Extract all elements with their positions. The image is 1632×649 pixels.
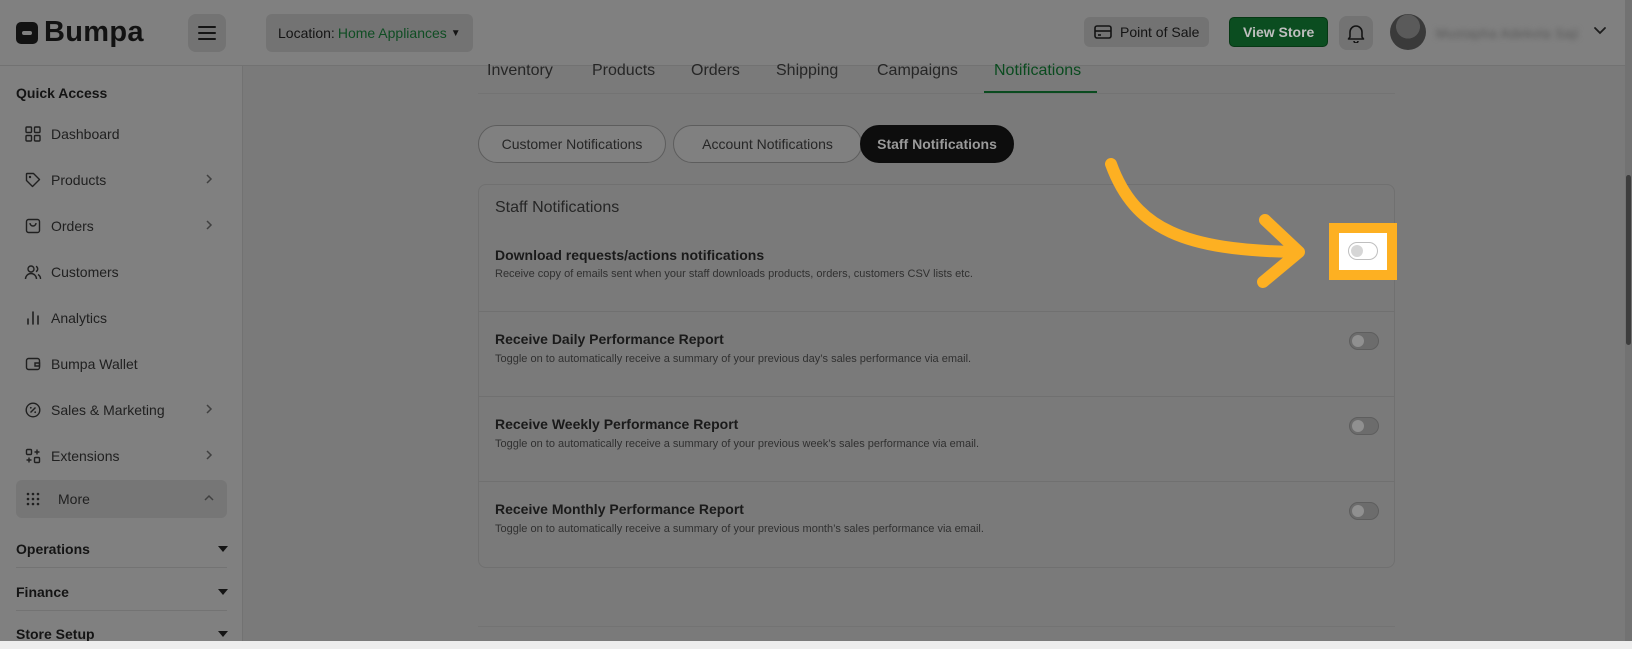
- sidebar-item-label: Customers: [51, 264, 119, 280]
- location-value: Home Appliances: [337, 25, 447, 41]
- quick-access-title: Quick Access: [16, 85, 108, 101]
- extensions-icon: [24, 447, 42, 465]
- divider: [16, 567, 227, 568]
- caret-down-icon[interactable]: [218, 589, 228, 595]
- more-label: More: [58, 491, 90, 507]
- sidebar-item-sales-marketing[interactable]: Sales & Marketing: [16, 392, 227, 428]
- divider: [478, 626, 1395, 627]
- weekly-report-toggle[interactable]: [1349, 417, 1379, 435]
- top-header: Bumpa Location: Home Appliances ▼ Point …: [0, 0, 1632, 66]
- bumpa-logo-mark: [16, 21, 38, 44]
- sidebar-item-orders[interactable]: Orders: [16, 208, 227, 244]
- sidebar: Quick Access Dashboard Products Orders C…: [0, 66, 243, 642]
- sidebar-item-label: Bumpa Wallet: [51, 356, 138, 372]
- sidebar-item-dashboard[interactable]: Dashboard: [16, 116, 227, 152]
- card-title: Staff Notifications: [495, 199, 620, 216]
- row-title: Receive Monthly Performance Report: [495, 501, 744, 517]
- notification-row: Receive Daily Performance Report Toggle …: [479, 311, 1394, 396]
- row-description: Toggle on to automatically receive a sum…: [495, 353, 972, 365]
- section-operations[interactable]: Operations: [16, 541, 90, 557]
- tab-shipping[interactable]: Shipping: [776, 62, 838, 80]
- logo-text: Bumpa: [44, 16, 144, 48]
- annotation-arrow: [1105, 158, 1305, 288]
- point-of-sale-button[interactable]: Point of Sale: [1084, 17, 1210, 47]
- row-description: Toggle on to automatically receive a sum…: [495, 523, 984, 535]
- chevron-right-icon: [206, 220, 213, 230]
- sidebar-item-analytics[interactable]: Analytics: [16, 300, 227, 336]
- pos-label: Point of Sale: [1120, 24, 1200, 40]
- download-requests-toggle[interactable]: [1348, 242, 1378, 260]
- bell-icon: [1347, 25, 1365, 43]
- monthly-report-toggle[interactable]: [1349, 502, 1379, 520]
- row-description: Toggle on to automatically receive a sum…: [495, 438, 980, 450]
- sidebar-item-label: Sales & Marketing: [51, 402, 165, 418]
- bag-icon: [24, 217, 42, 235]
- grid-icon: [24, 125, 42, 143]
- sidebar-item-label: Extensions: [51, 448, 120, 464]
- account-notifications-tab[interactable]: Account Notifications: [673, 125, 862, 163]
- caret-down-icon[interactable]: [218, 546, 228, 552]
- percent-icon: [24, 401, 42, 419]
- chevron-up-icon: [204, 494, 214, 501]
- toggle-knob: [1352, 420, 1364, 432]
- chevron-right-icon: [206, 450, 213, 460]
- row-title: Receive Daily Performance Report: [495, 331, 724, 347]
- location-label: Location:: [278, 25, 335, 41]
- username-text[interactable]: Mustapha Adekola Saji: [1436, 26, 1579, 41]
- tab-campaigns[interactable]: Campaigns: [877, 62, 958, 80]
- customer-notifications-tab[interactable]: Customer Notifications: [478, 125, 666, 163]
- active-tab-indicator: [984, 91, 1097, 93]
- highlight-box: [1329, 223, 1397, 280]
- view-store-button[interactable]: View Store: [1229, 17, 1329, 47]
- wallet-icon: [24, 355, 42, 373]
- sidebar-item-products[interactable]: Products: [16, 162, 227, 198]
- sidebar-more-toggle[interactable]: More: [16, 480, 227, 518]
- chevron-down-icon[interactable]: [1592, 22, 1608, 38]
- toggle-knob: [1352, 335, 1364, 347]
- chevron-right-icon: [206, 174, 213, 184]
- chevron-right-icon: [206, 404, 213, 414]
- sidebar-item-label: Dashboard: [51, 126, 120, 142]
- scrollbar-thumb[interactable]: [1626, 175, 1631, 345]
- hamburger-menu-button[interactable]: [188, 14, 226, 52]
- users-icon: [24, 263, 42, 281]
- bumpa-logo[interactable]: Bumpa: [16, 16, 144, 49]
- tab-products[interactable]: Products: [592, 62, 655, 80]
- tab-inventory[interactable]: Inventory: [487, 62, 553, 80]
- toggle-knob: [1351, 245, 1363, 257]
- notification-row: Receive Monthly Performance Report Toggl…: [479, 481, 1394, 566]
- sidebar-item-bumpa-wallet[interactable]: Bumpa Wallet: [16, 346, 227, 382]
- caret-down-icon[interactable]: [218, 631, 228, 637]
- tab-notifications[interactable]: Notifications: [994, 62, 1081, 80]
- sidebar-item-extensions[interactable]: Extensions: [16, 438, 227, 474]
- sidebar-item-label: Products: [51, 172, 107, 188]
- notifications-bell-button[interactable]: [1339, 16, 1373, 50]
- divider: [16, 610, 227, 611]
- sidebar-item-customers[interactable]: Customers: [16, 254, 227, 290]
- bottom-strip: [0, 641, 1632, 649]
- location-selector[interactable]: Location: Home Appliances ▼: [266, 14, 473, 52]
- tab-orders[interactable]: Orders: [691, 62, 740, 80]
- avatar[interactable]: [1390, 14, 1426, 50]
- tag-icon: [24, 171, 42, 189]
- daily-report-toggle[interactable]: [1349, 332, 1379, 350]
- row-title: Receive Weekly Performance Report: [495, 416, 739, 432]
- staff-notifications-tab[interactable]: Staff Notifications: [860, 125, 1014, 163]
- pos-icon: [1094, 25, 1112, 39]
- hamburger-icon: [198, 26, 216, 40]
- dots-grid-icon: [24, 490, 42, 508]
- section-store-setup[interactable]: Store Setup: [16, 626, 95, 642]
- notification-row: Receive Weekly Performance Report Toggle…: [479, 396, 1394, 481]
- toggle-knob: [1352, 505, 1364, 517]
- sidebar-item-label: Orders: [51, 218, 94, 234]
- settings-tabs: Inventory Products Orders Shipping Campa…: [478, 60, 1395, 94]
- sidebar-item-label: Analytics: [51, 310, 108, 326]
- bar-chart-icon: [24, 309, 42, 327]
- row-title: Download requests/actions notifications: [495, 247, 765, 263]
- caret-down-icon: ▼: [450, 27, 461, 39]
- section-finance[interactable]: Finance: [16, 584, 69, 600]
- row-description: Receive copy of emails sent when your st…: [495, 268, 973, 280]
